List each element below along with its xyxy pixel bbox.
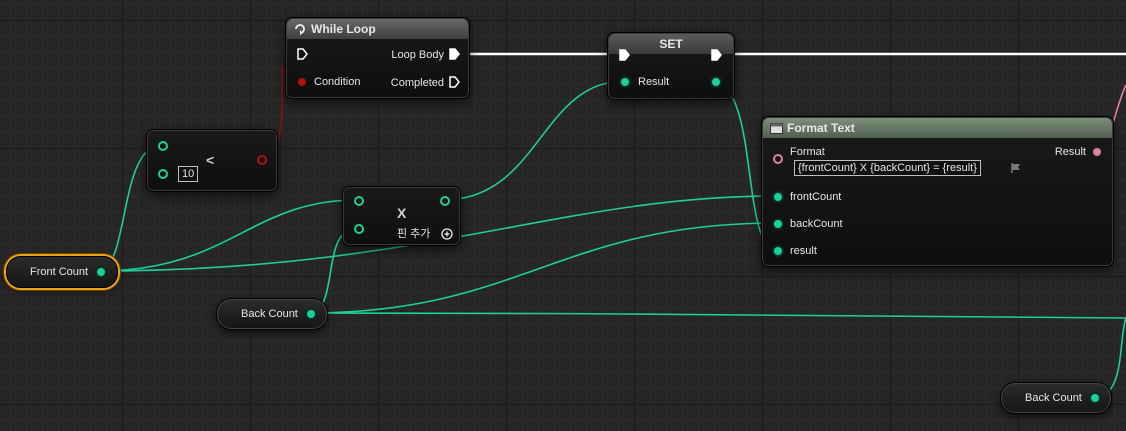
while-loop-header: While Loop bbox=[287, 19, 468, 39]
back-count-variable-1[interactable]: Back Count bbox=[216, 298, 328, 330]
set-result-label: Result bbox=[638, 76, 670, 88]
front-count-pin[interactable] bbox=[97, 268, 105, 276]
condition-pin[interactable] bbox=[298, 78, 306, 86]
set-result-in-pin[interactable] bbox=[621, 78, 629, 86]
set-result-out-pin[interactable] bbox=[712, 78, 720, 86]
set-exec-out-pin[interactable] bbox=[711, 49, 722, 61]
set-title: SET bbox=[659, 37, 683, 51]
result-label: result bbox=[790, 245, 817, 257]
int-wire-back-right bbox=[308, 312, 1126, 319]
frontcount-label: frontCount bbox=[790, 191, 842, 203]
flag-icon[interactable] bbox=[1010, 162, 1022, 174]
back-count-variable-2[interactable]: Back Count bbox=[1000, 382, 1112, 414]
loop-body-pin[interactable] bbox=[449, 48, 460, 60]
while-loop-node[interactable]: While Loop Loop Body Condition Completed bbox=[285, 17, 470, 99]
format-label: Format bbox=[790, 146, 825, 158]
front-count-label: Front Count bbox=[30, 266, 89, 278]
exec-in-pin[interactable] bbox=[297, 48, 308, 60]
multiply-result-pin[interactable] bbox=[440, 196, 450, 206]
loop-icon bbox=[295, 24, 305, 35]
while-loop-title: While Loop bbox=[311, 22, 376, 36]
format-text-header: Format Text bbox=[763, 118, 1112, 138]
int-wire-front-multiply bbox=[97, 199, 358, 272]
less-than-node[interactable]: 10 < bbox=[146, 129, 278, 192]
multiply-a-pin[interactable] bbox=[354, 196, 364, 206]
less-b-value[interactable]: 10 bbox=[178, 166, 199, 182]
back-count-label-1: Back Count bbox=[241, 308, 298, 320]
format-pin[interactable] bbox=[773, 154, 783, 164]
int-wire-multiply-set bbox=[442, 80, 626, 201]
back-count-pin-1[interactable] bbox=[307, 310, 315, 318]
back-count-label-2: Back Count bbox=[1025, 392, 1082, 404]
completed-pin[interactable] bbox=[449, 76, 460, 88]
less-result-pin[interactable] bbox=[257, 155, 267, 165]
set-node[interactable]: SET Result bbox=[607, 32, 735, 100]
multiply-node[interactable]: X 핀 추가 bbox=[342, 186, 461, 246]
format-text-node[interactable]: Format Text Format {frontCount} X {backC… bbox=[761, 116, 1114, 267]
less-a-pin[interactable] bbox=[158, 141, 168, 151]
backcount-pin[interactable] bbox=[774, 220, 782, 228]
multiply-operator: X bbox=[397, 205, 407, 221]
loop-body-label: Loop Body bbox=[391, 49, 444, 61]
completed-label: Completed bbox=[390, 77, 444, 89]
result-pin[interactable] bbox=[774, 247, 782, 255]
text-icon bbox=[770, 123, 783, 134]
back-count-pin-2[interactable] bbox=[1091, 394, 1099, 402]
format-result-label: Result bbox=[1054, 146, 1086, 158]
add-pin-label[interactable]: 핀 추가 bbox=[397, 227, 430, 241]
less-b-pin[interactable] bbox=[158, 169, 168, 179]
condition-label: Condition bbox=[314, 76, 361, 88]
backcount-label: backCount bbox=[790, 218, 843, 230]
set-exec-in-pin[interactable] bbox=[619, 49, 630, 61]
add-pin-icon[interactable] bbox=[441, 228, 453, 240]
less-operator: < bbox=[206, 152, 215, 168]
multiply-b-pin[interactable] bbox=[354, 224, 364, 234]
format-text-title: Format Text bbox=[787, 121, 855, 135]
front-count-variable[interactable]: Front Count bbox=[6, 256, 118, 288]
format-result-pin[interactable] bbox=[1093, 148, 1101, 156]
format-value-field[interactable]: {frontCount} X {backCount} = {result} bbox=[794, 160, 981, 176]
frontcount-pin[interactable] bbox=[774, 193, 782, 201]
